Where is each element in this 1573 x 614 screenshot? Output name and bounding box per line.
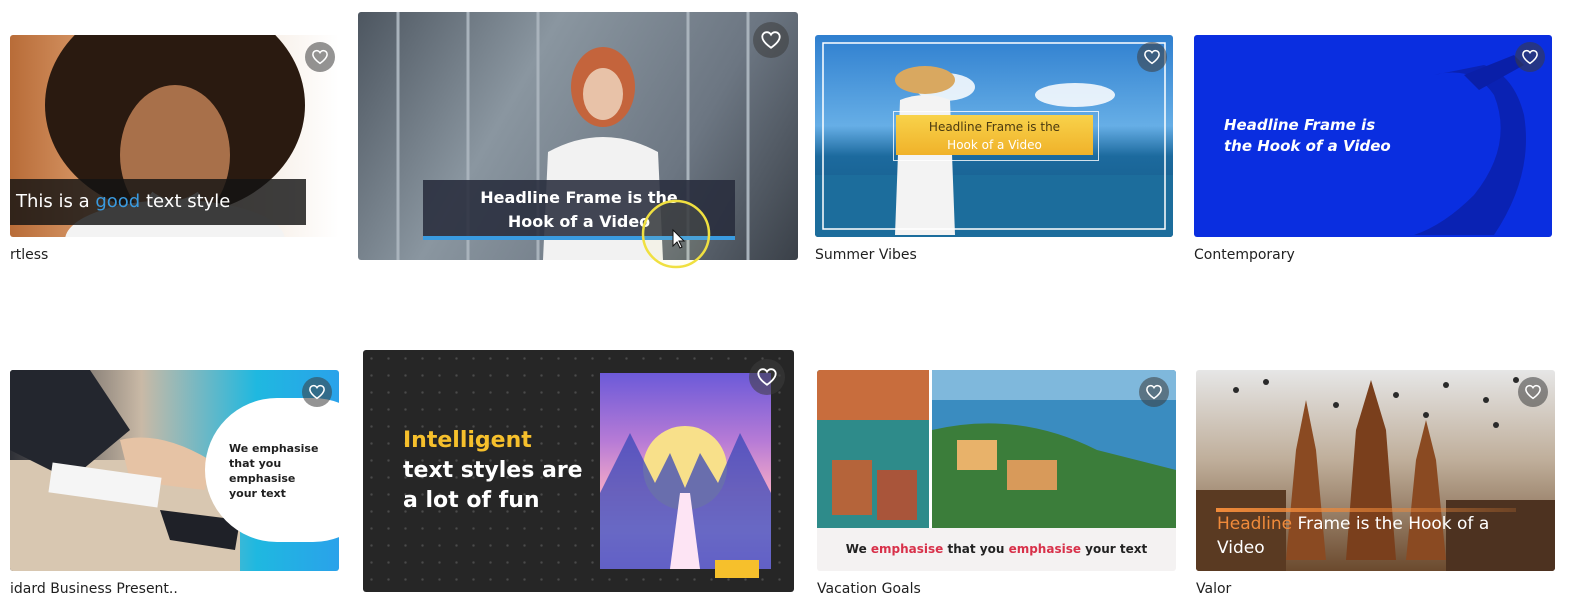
template-title: idard Business Present..	[10, 581, 178, 597]
template-title: Vacation Goals	[817, 581, 921, 597]
favorite-button[interactable]	[302, 377, 332, 407]
template-title: Contemporary	[1194, 247, 1295, 263]
overlay-text: Intelligent text styles are a lot of fun	[403, 428, 583, 513]
overlay-text: This is a good text style	[16, 191, 231, 212]
favorite-button[interactable]	[1518, 377, 1548, 407]
template-thumbnail[interactable]: This is a good text style	[10, 35, 339, 237]
heart-outline-icon	[1524, 383, 1542, 401]
template-thumbnail[interactable]: Headline Frame is the Hook of a Video	[1196, 370, 1555, 571]
harbor-images	[817, 370, 1176, 528]
template-thumbnail[interactable]: We emphasise that you emphasise your tex…	[817, 370, 1176, 571]
heart-outline-icon	[1521, 48, 1539, 66]
template-thumbnail[interactable]: Headline Frame is the Hook of a Video	[1194, 35, 1552, 237]
heart-outline-icon	[756, 366, 778, 388]
overlay-text: We emphasise that you emphasise your tex…	[845, 542, 1148, 556]
template-title: Summer Vibes	[815, 247, 917, 263]
favorite-button[interactable]	[753, 22, 789, 58]
favorite-button[interactable]	[305, 42, 335, 72]
overlay-text: Headline Frame is the Hook of a Video	[928, 120, 1061, 152]
cursor-highlight	[641, 199, 711, 269]
template-title: Valor	[1196, 581, 1232, 597]
heart-outline-icon	[1143, 48, 1161, 66]
favorite-button[interactable]	[749, 359, 785, 395]
template-thumbnail[interactable]: Headline Frame is the Hook of a Video	[815, 35, 1173, 237]
heart-outline-icon	[308, 383, 326, 401]
template-title: rtless	[10, 247, 49, 263]
template-thumbnail[interactable]: Headline Frame is the Hook of a Video	[358, 12, 798, 260]
template-thumbnail[interactable]: We emphasise that you emphasise your tex…	[10, 370, 339, 571]
template-thumbnail[interactable]: Intelligent text styles are a lot of fun	[363, 350, 794, 592]
favorite-button[interactable]	[1137, 42, 1167, 72]
overlay-text: We emphasise that you emphasise your tex…	[229, 442, 319, 500]
overlay-text: Headline Frame is the Hook of a Video	[1217, 514, 1490, 558]
synthwave-image	[600, 373, 771, 569]
favorite-button[interactable]	[1139, 377, 1169, 407]
heart-outline-icon	[760, 29, 782, 51]
favorite-button[interactable]	[1515, 42, 1545, 72]
heart-outline-icon	[311, 48, 329, 66]
heart-outline-icon	[1145, 383, 1163, 401]
overlay-text: Headline Frame is the Hook of a Video	[1224, 116, 1391, 155]
